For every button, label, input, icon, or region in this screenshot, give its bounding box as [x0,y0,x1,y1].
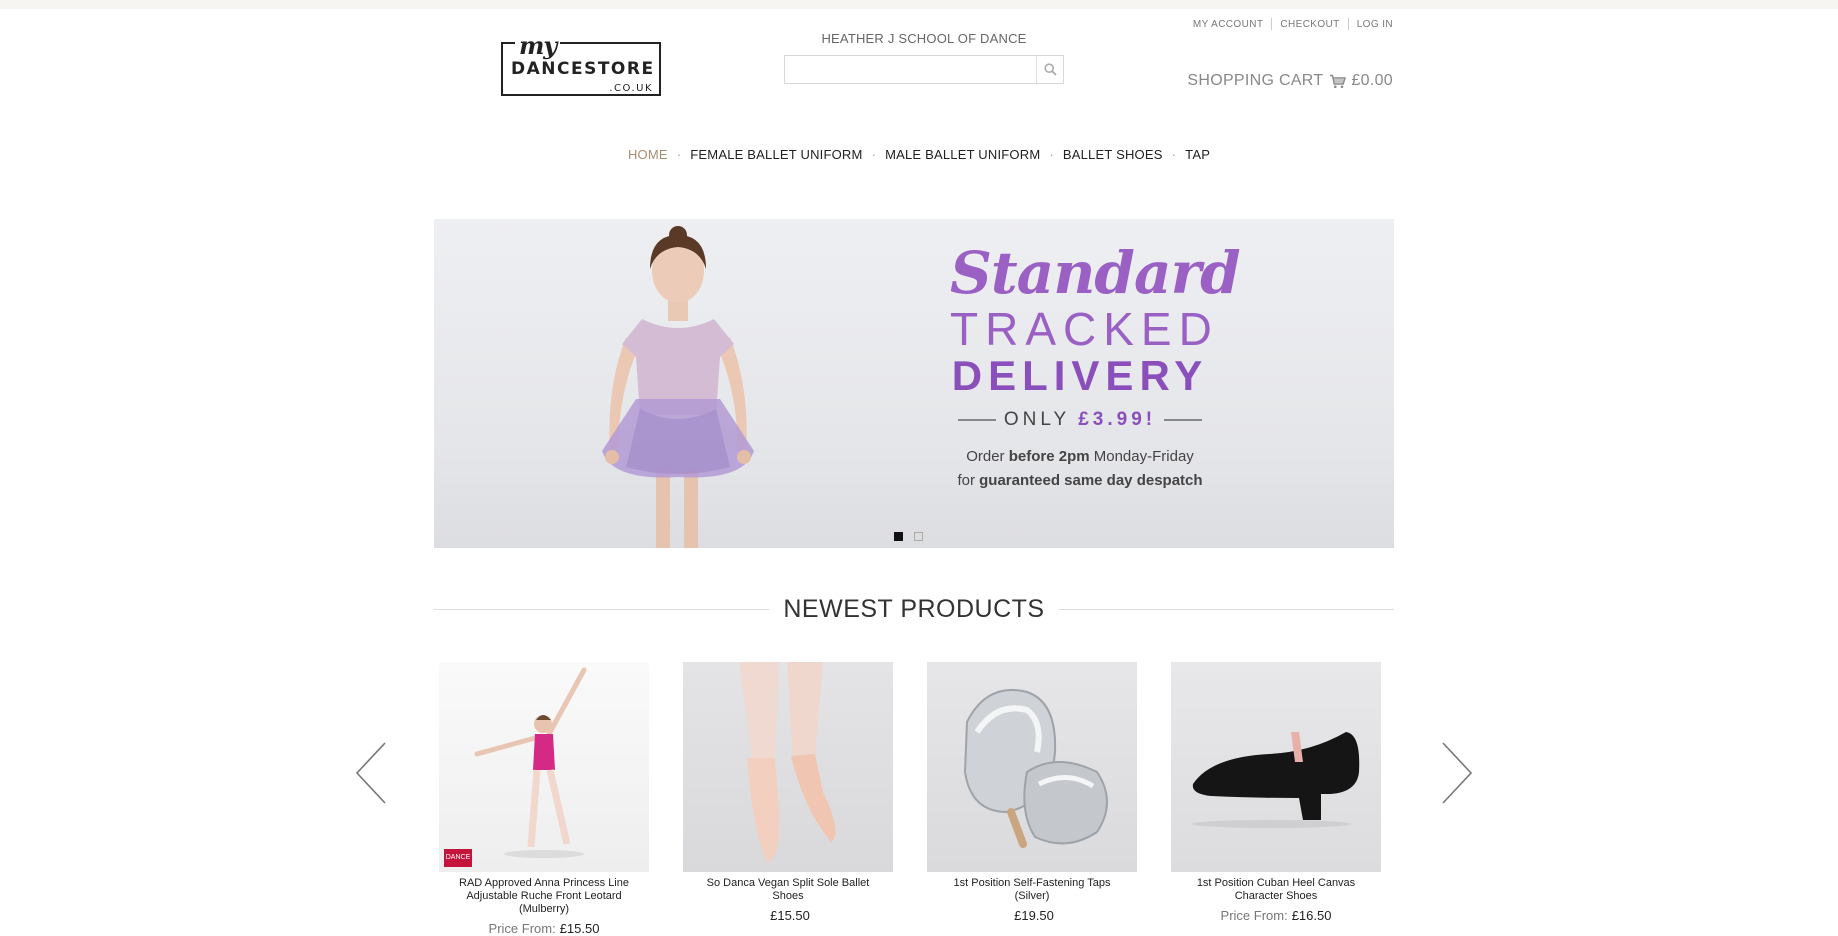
divider [1271,18,1273,30]
product-image[interactable]: DANCE [439,662,649,872]
main-nav: HOME · FEMALE BALLET UNIFORM · MALE BALLET U… [0,147,1838,162]
product-title[interactable]: So Danca Vegan Split Sole Ballet Shoes [683,877,893,903]
my-account-link[interactable]: MY ACCOUNT [1193,19,1264,30]
store-logo[interactable]: my DANCESTORE .CO.UK [501,31,664,99]
banner-line-delivery: DELIVERY [951,352,1209,399]
product-price: £15.50 [683,908,893,923]
top-strip [0,0,1838,9]
banner-sub1-pre: Order [966,448,1009,465]
price-value: £15.50 [770,908,810,923]
banner-line-tracked: TRACKED [950,303,1219,355]
search-button[interactable] [1036,56,1063,83]
nav-item-tap[interactable]: TAP [1185,147,1210,162]
banner-price: £3.99! [1078,409,1157,430]
cart-label: SHOPPING CART [1187,72,1324,89]
divider [1347,18,1349,30]
product-image[interactable] [683,662,893,872]
price-value: £16.50 [1291,908,1332,923]
search-icon [1044,63,1057,76]
nav-separator: · [676,147,682,162]
silver-taps-image [963,689,1108,848]
nav-item-male-ballet-uniform[interactable]: MALE BALLET UNIFORM [885,147,1040,162]
logo-name: DANCESTORE [511,59,655,79]
account-links: MY ACCOUNT CHECKOUT LOG IN [1193,18,1393,30]
product-card[interactable]: So Danca Vegan Split Sole Ballet Shoes £… [683,662,893,923]
banner-subtext: Order before 2pm Monday-Friday for guara… [950,445,1210,493]
slide-dot-2[interactable] [914,532,923,541]
cart-icon [1330,74,1347,88]
banner-price-row: ONLY £3.99! [950,409,1210,431]
banner-sub2-pre: for [957,472,980,489]
slider-pagination [894,532,934,541]
search-input[interactable] [789,59,1033,82]
leotard-dancer-image [474,667,587,858]
product-card[interactable]: 1st Position Cuban Heel Canvas Character… [1171,662,1381,923]
section-title-text: NEWEST PRODUCTS [769,595,1059,623]
banner-line-standard: Standard [950,239,1241,307]
product-card[interactable]: 1st Position Self-Fastening Taps (Silver… [927,662,1137,923]
newest-products-heading: NEWEST PRODUCTS [434,595,1394,627]
nav-item-ballet-shoes[interactable]: BALLET SHOES [1063,147,1163,162]
product-title[interactable]: 1st Position Cuban Heel Canvas Character… [1171,877,1381,903]
banner-sub1-bold: before 2pm [1008,448,1090,465]
log-in-link[interactable]: LOG IN [1357,19,1393,30]
banner-headline: Standard TRACKED DELIVERY ONLY £3.99! Or… [950,239,1241,493]
checkout-link[interactable]: CHECKOUT [1280,19,1339,30]
character-shoes-image [1191,732,1360,828]
chevron-right-icon[interactable] [1440,741,1474,805]
nav-separator: · [871,147,877,162]
price-rule-left [958,419,996,421]
nav-item-home[interactable]: HOME [628,147,668,162]
price-prefix: Price From: [1220,908,1288,923]
hero-banner[interactable]: Standard TRACKED DELIVERY ONLY £3.99! Or… [434,219,1394,548]
price-value: £15.50 [559,921,600,936]
product-card[interactable]: DANCE RAD Approved Anna Princess Line Ad… [439,662,649,936]
product-price: £19.50 [927,908,1137,923]
slide-dot-1[interactable] [894,532,903,541]
product-price: Price From: £15.50 [439,921,649,936]
banner-sub1-post: Monday-Friday [1089,448,1194,465]
nav-separator: · [1049,147,1054,162]
product-image[interactable] [1171,662,1381,872]
banner-only-text: ONLY [1003,409,1071,430]
price-prefix: Price From: [488,921,556,936]
nav-separator: · [1171,147,1177,162]
school-name: HEATHER J SCHOOL OF DANCE [821,31,1027,46]
product-title[interactable]: 1st Position Self-Fastening Taps (Silver… [927,877,1137,903]
product-title[interactable]: RAD Approved Anna Princess Line Adjustab… [439,877,649,916]
price-value: £19.50 [1014,908,1054,923]
shopping-cart[interactable]: SHOPPING CART £0.00 [1187,72,1393,90]
product-price: Price From: £16.50 [1171,908,1381,923]
ballet-girl-image [602,226,754,548]
ballet-shoes-image [739,662,836,862]
chevron-left-icon[interactable] [354,741,388,805]
rad-badge: DANCE [444,849,472,867]
logo-script: my [515,31,561,60]
cart-total: £0.00 [1351,72,1393,89]
nav-item-female-ballet-uniform[interactable]: FEMALE BALLET UNIFORM [690,147,862,162]
price-rule-right [1164,419,1202,421]
banner-sub2-bold: guaranteed same day despatch [979,472,1203,489]
logo-tld: .CO.UK [606,83,656,94]
search-box [784,55,1064,84]
product-image[interactable] [927,662,1137,872]
